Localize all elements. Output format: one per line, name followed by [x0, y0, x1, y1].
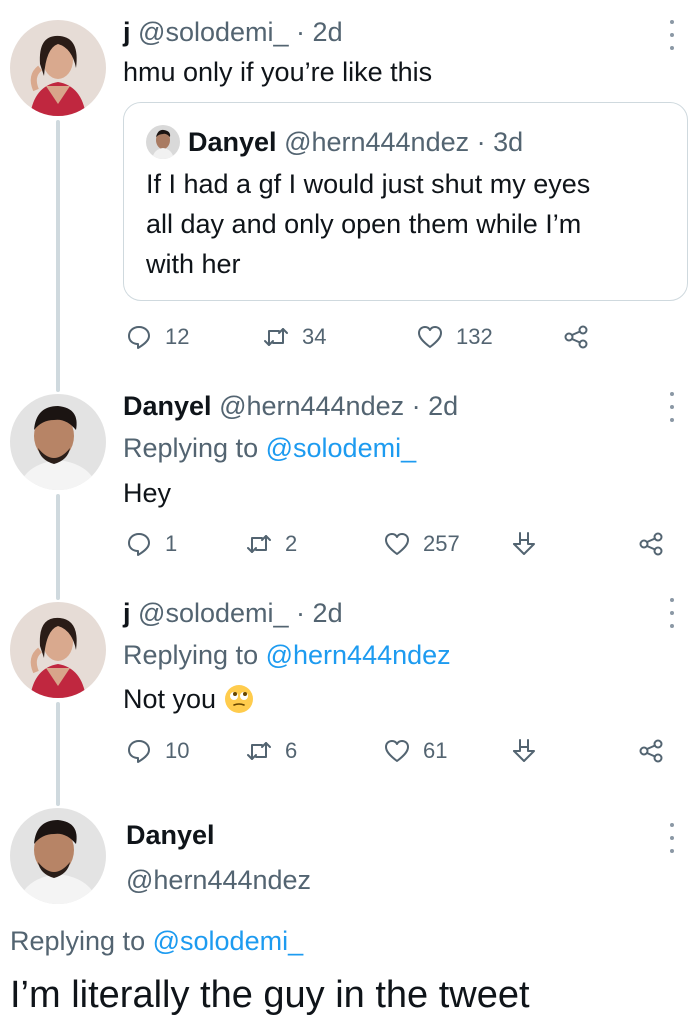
thread-line	[56, 494, 60, 600]
tweet-text: Not you	[123, 683, 254, 715]
like-count: 61	[423, 738, 448, 763]
author-handle[interactable]: @hern444ndez	[219, 391, 404, 421]
retweet-count: 2	[285, 531, 298, 556]
retweet-icon	[247, 535, 271, 553]
mention-link[interactable]: @hern444ndez	[266, 640, 451, 670]
quoted-tweet-text-line: If I had a gf I would just shut my eyes	[146, 169, 591, 199]
quoted-tweet-text-line: with her	[146, 249, 241, 279]
reply-count: 12	[165, 324, 190, 349]
share-icon	[639, 739, 663, 763]
separator-dot: ·	[411, 391, 421, 421]
heart-icon	[385, 533, 409, 555]
mention-link[interactable]: @solodemi_	[266, 433, 416, 463]
like-button[interactable]: 132	[416, 323, 493, 351]
thread-line	[56, 120, 60, 392]
tweet-text: hmu only if you’re like this	[123, 57, 433, 87]
timestamp[interactable]: 2d	[313, 17, 343, 47]
author-handle[interactable]: @hern444ndez	[126, 865, 311, 896]
rolling-eyes-emoji-icon	[225, 685, 254, 713]
quoted-author-handle: @hern444ndez	[284, 127, 470, 157]
like-count: 257	[423, 531, 460, 556]
reply-button[interactable]: 10	[125, 737, 189, 765]
avatar	[146, 125, 180, 159]
reply-count: 10	[165, 738, 190, 763]
reply-icon	[128, 740, 150, 763]
retweet-button[interactable]: 6	[245, 737, 297, 765]
share-button[interactable]	[562, 323, 590, 351]
author-handle[interactable]: @solodemi_	[138, 17, 288, 47]
replying-to: Replying to @hern444ndez	[123, 639, 451, 671]
tweet-header: j @solodemi_ · 2d	[123, 597, 343, 629]
reply-button[interactable]: 1	[125, 530, 177, 558]
reply-icon	[128, 533, 150, 556]
tweet-header: j @solodemi_ · 2d	[123, 16, 343, 48]
share-button[interactable]	[637, 530, 665, 558]
share-icon	[564, 325, 588, 349]
avatar[interactable]	[10, 20, 106, 116]
more-options-icon[interactable]	[667, 20, 677, 50]
tweet-text: Hey	[123, 478, 172, 508]
heart-icon	[418, 326, 442, 348]
thread-line	[56, 702, 60, 806]
like-button[interactable]: 61	[383, 737, 447, 765]
quoted-tweet-text-line: all day and only open them while I’m	[146, 209, 582, 239]
author-name[interactable]: Danyel	[123, 391, 212, 421]
quoted-tweet[interactable]: Danyel @hern444ndez · 3d If I had a gf I…	[123, 102, 688, 301]
quoted-tweet-header: Danyel @hern444ndez · 3d	[188, 125, 523, 159]
author-name[interactable]: j	[123, 598, 131, 628]
timestamp[interactable]: 2d	[428, 391, 458, 421]
tip-button[interactable]	[510, 530, 538, 558]
reply-button[interactable]: 12	[125, 323, 189, 351]
replying-to-label: Replying to	[123, 433, 259, 463]
retweet-icon	[264, 328, 288, 346]
timestamp[interactable]: 2d	[313, 598, 343, 628]
author-name[interactable]: j	[123, 17, 131, 47]
quoted-author-name: Danyel	[188, 127, 277, 157]
tweet-text-content: Not you	[123, 684, 217, 714]
replying-to-label: Replying to	[123, 640, 259, 670]
reply-count: 1	[165, 531, 178, 556]
quoted-timestamp: 3d	[493, 127, 524, 157]
separator-dot: ·	[296, 17, 306, 47]
heart-icon	[385, 740, 409, 762]
replying-to-label: Replying to	[10, 926, 146, 956]
retweet-icon	[247, 742, 271, 760]
tip-icon	[513, 532, 535, 555]
author-handle[interactable]: @solodemi_	[138, 598, 288, 628]
separator-dot: ·	[476, 127, 486, 157]
more-options-icon[interactable]	[667, 598, 677, 628]
like-button[interactable]: 257	[383, 530, 460, 558]
reply-icon	[128, 326, 150, 349]
retweet-button[interactable]: 2	[245, 530, 297, 558]
share-icon	[639, 532, 663, 556]
avatar[interactable]	[10, 394, 106, 490]
avatar[interactable]	[10, 808, 106, 904]
share-button[interactable]	[637, 737, 665, 765]
author-name[interactable]: Danyel	[126, 820, 215, 851]
tweet-header: Danyel @hern444ndez · 2d	[123, 390, 458, 422]
tip-button[interactable]	[510, 737, 538, 765]
like-count: 132	[456, 324, 493, 349]
replying-to: Replying to @solodemi_	[123, 432, 416, 464]
retweet-count: 34	[302, 324, 327, 349]
mention-link[interactable]: @solodemi_	[153, 926, 303, 956]
retweet-count: 6	[285, 738, 298, 763]
more-options-icon[interactable]	[667, 392, 677, 422]
separator-dot: ·	[296, 598, 306, 628]
tweet-text: I’m literally the guy in the tweet	[10, 974, 530, 1016]
avatar[interactable]	[10, 602, 106, 698]
tip-icon	[513, 739, 535, 762]
more-options-icon[interactable]	[667, 823, 677, 853]
retweet-button[interactable]: 34	[262, 323, 326, 351]
replying-to: Replying to @solodemi_	[10, 925, 303, 957]
